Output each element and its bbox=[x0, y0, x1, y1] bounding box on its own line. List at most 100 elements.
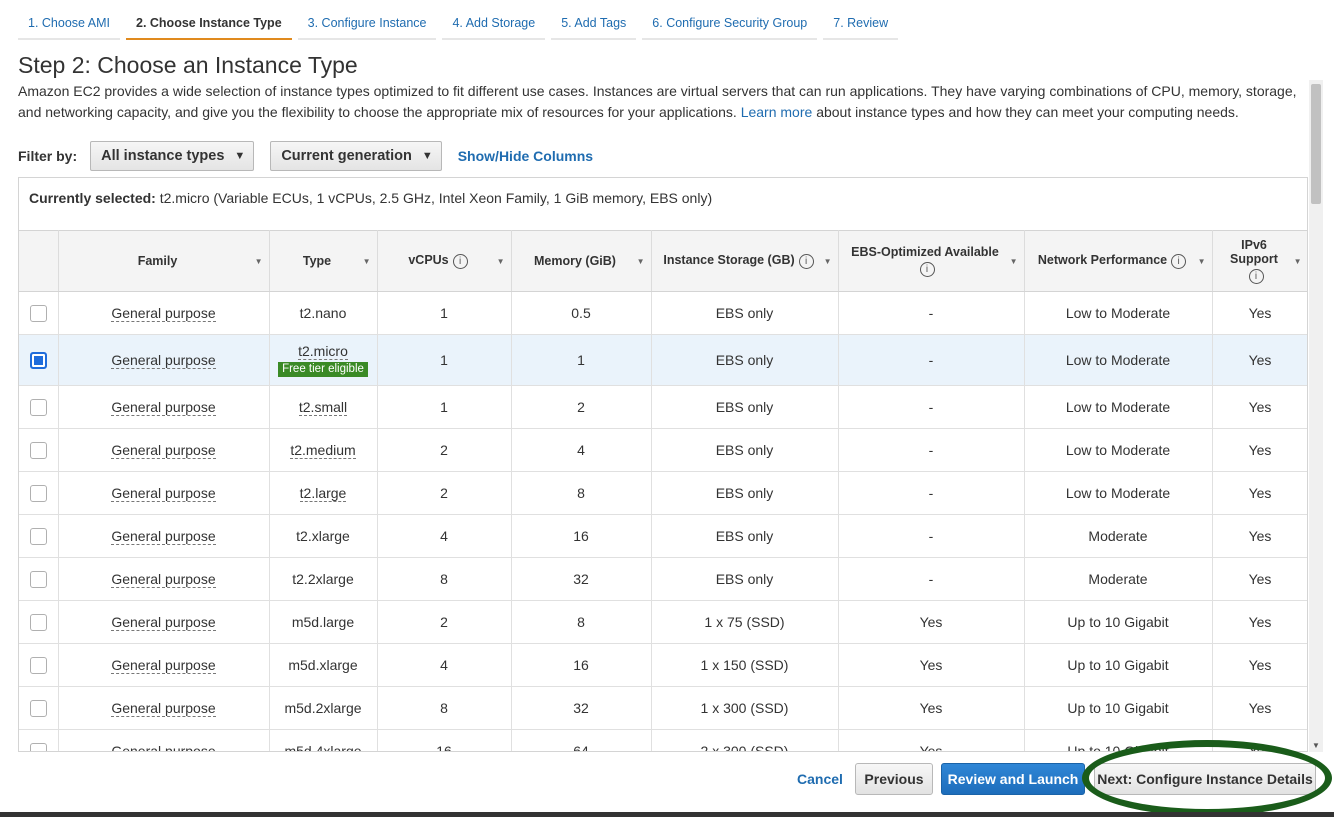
vcpus-cell: 1 bbox=[377, 334, 512, 386]
tab-configure-security-group[interactable]: 6. Configure Security Group bbox=[642, 10, 818, 40]
tab-add-storage[interactable]: 4. Add Storage bbox=[442, 10, 546, 40]
table-row[interactable]: General purpose t2.medium 2 4 EBS only -… bbox=[19, 428, 1307, 472]
table-row[interactable]: General purpose m5d.xlarge 4 16 1 x 150 … bbox=[19, 643, 1307, 687]
sort-caret-icon[interactable]: ▼ bbox=[637, 257, 645, 266]
info-circle-icon[interactable]: i bbox=[798, 253, 814, 269]
ebs-cell: Yes bbox=[838, 729, 1025, 751]
instance-type[interactable]: t2.micro bbox=[298, 343, 348, 360]
table-row[interactable]: General purpose m5d.large 2 8 1 x 75 (SS… bbox=[19, 600, 1307, 644]
ipv6-column-header[interactable]: IPv6 Support i ▼ bbox=[1212, 230, 1307, 292]
row-select-cell[interactable] bbox=[19, 643, 59, 687]
row-checkbox[interactable] bbox=[29, 656, 47, 674]
instance-type[interactable]: t2.large bbox=[299, 485, 347, 502]
info-circle-icon[interactable]: i bbox=[919, 262, 935, 277]
instance-type-filter-select[interactable]: All instance types ▼ bbox=[90, 141, 255, 171]
network-column-header[interactable]: Network Performance i ▼ bbox=[1024, 230, 1213, 292]
row-select-cell[interactable] bbox=[19, 557, 59, 601]
ebs-cell: - bbox=[838, 291, 1025, 335]
sort-caret-icon[interactable]: ▼ bbox=[255, 257, 263, 266]
table-row[interactable]: General purpose t2.nano 1 0.5 EBS only -… bbox=[19, 291, 1307, 335]
table-row[interactable]: General purpose m5d.4xlarge 16 64 2 x 30… bbox=[19, 729, 1307, 751]
row-checkbox[interactable] bbox=[29, 304, 47, 322]
family-link[interactable]: General purpose bbox=[111, 657, 216, 674]
sort-caret-icon[interactable]: ▼ bbox=[497, 257, 505, 266]
family-column-header[interactable]: Family ▼ bbox=[58, 230, 270, 292]
family-link[interactable]: General purpose bbox=[111, 700, 216, 717]
review-and-launch-button[interactable]: Review and Launch bbox=[941, 763, 1085, 795]
page-scrollbar[interactable]: ▼ bbox=[1309, 80, 1323, 752]
storage-cell: EBS only bbox=[651, 514, 839, 558]
tab-choose-instance-type[interactable]: 2. Choose Instance Type bbox=[126, 10, 292, 40]
tab-configure-instance[interactable]: 3. Configure Instance bbox=[297, 10, 437, 40]
ebs-optimized-column-header[interactable]: EBS-Optimized Available i ▼ bbox=[838, 230, 1025, 292]
cancel-button[interactable]: Cancel bbox=[790, 763, 850, 795]
vcpus-cell: 1 bbox=[377, 385, 512, 429]
storage-cell: 1 x 75 (SSD) bbox=[651, 600, 839, 644]
row-select-cell[interactable] bbox=[19, 385, 59, 429]
storage-cell: EBS only bbox=[651, 334, 839, 386]
ebs-header-label: EBS-Optimized Available bbox=[851, 245, 999, 259]
row-select-cell[interactable] bbox=[19, 291, 59, 335]
family-link[interactable]: General purpose bbox=[111, 442, 216, 459]
ebs-cell: - bbox=[838, 385, 1025, 429]
family-link[interactable]: General purpose bbox=[111, 528, 216, 545]
row-select-cell[interactable] bbox=[19, 600, 59, 644]
instance-type[interactable]: t2.small bbox=[298, 399, 348, 416]
row-checkbox[interactable] bbox=[29, 699, 47, 717]
generation-filter-select[interactable]: Current generation ▼ bbox=[270, 141, 442, 171]
table-row[interactable]: General purpose t2.large 2 8 EBS only - … bbox=[19, 471, 1307, 515]
table-row[interactable]: General purpose m5d.2xlarge 8 32 1 x 300… bbox=[19, 686, 1307, 730]
row-checkbox[interactable] bbox=[29, 398, 47, 416]
row-checkbox[interactable] bbox=[29, 570, 47, 588]
table-row[interactable]: General purpose t2.small 1 2 EBS only - … bbox=[19, 385, 1307, 429]
row-checkbox[interactable] bbox=[29, 742, 47, 751]
info-circle-icon[interactable]: i bbox=[452, 253, 468, 269]
memory-column-header[interactable]: Memory (GiB) ▼ bbox=[511, 230, 652, 292]
row-checkbox[interactable] bbox=[29, 484, 47, 502]
currently-selected-value: t2.micro (Variable ECUs, 1 vCPUs, 2.5 GH… bbox=[159, 190, 713, 206]
table-row[interactable]: General purpose t2.2xlarge 8 32 EBS only… bbox=[19, 557, 1307, 601]
previous-button[interactable]: Previous bbox=[855, 763, 933, 795]
family-link[interactable]: General purpose bbox=[111, 571, 216, 588]
info-circle-icon[interactable]: i bbox=[1171, 253, 1187, 269]
memory-cell: 64 bbox=[511, 729, 652, 751]
family-link[interactable]: General purpose bbox=[111, 614, 216, 631]
row-select-cell[interactable] bbox=[19, 514, 59, 558]
storage-column-header[interactable]: Instance Storage (GB) i ▼ bbox=[651, 230, 839, 292]
row-select-cell[interactable] bbox=[19, 428, 59, 472]
row-select-cell[interactable] bbox=[19, 729, 59, 751]
row-checkbox-checked[interactable] bbox=[29, 351, 47, 369]
ebs-cell: - bbox=[838, 514, 1025, 558]
tab-choose-ami[interactable]: 1. Choose AMI bbox=[18, 10, 120, 40]
sort-caret-icon[interactable]: ▼ bbox=[363, 257, 371, 266]
scrollbar-thumb[interactable] bbox=[1311, 84, 1321, 204]
sort-caret-icon[interactable]: ▼ bbox=[1010, 257, 1018, 266]
scroll-down-arrow-icon[interactable]: ▼ bbox=[1312, 741, 1320, 750]
family-link[interactable]: General purpose bbox=[111, 352, 216, 369]
type-column-header[interactable]: Type ▼ bbox=[269, 230, 378, 292]
tab-add-tags[interactable]: 5. Add Tags bbox=[551, 10, 637, 40]
row-select-cell[interactable] bbox=[19, 334, 59, 386]
row-select-cell[interactable] bbox=[19, 471, 59, 515]
sort-caret-icon[interactable]: ▼ bbox=[824, 257, 832, 266]
table-row[interactable]: General purpose t2.xlarge 4 16 EBS only … bbox=[19, 514, 1307, 558]
row-checkbox[interactable] bbox=[29, 527, 47, 545]
family-link[interactable]: General purpose bbox=[111, 485, 216, 502]
vcpus-column-header[interactable]: vCPUs i ▼ bbox=[377, 230, 512, 292]
row-select-cell[interactable] bbox=[19, 686, 59, 730]
sort-caret-icon[interactable]: ▼ bbox=[1294, 257, 1302, 266]
instance-type[interactable]: t2.medium bbox=[290, 442, 356, 459]
tab-review[interactable]: 7. Review bbox=[823, 10, 899, 40]
show-hide-columns-link[interactable]: Show/Hide Columns bbox=[458, 148, 593, 164]
family-link[interactable]: General purpose bbox=[111, 305, 216, 322]
sort-caret-icon[interactable]: ▼ bbox=[1198, 257, 1206, 266]
family-link[interactable]: General purpose bbox=[111, 399, 216, 416]
info-circle-icon[interactable]: i bbox=[1248, 269, 1264, 284]
family-link[interactable]: General purpose bbox=[111, 743, 216, 751]
row-checkbox[interactable] bbox=[29, 441, 47, 459]
table-row-selected[interactable]: General purpose t2.micro Free tier eligib… bbox=[19, 334, 1307, 386]
currently-selected: Currently selected: t2.micro (Variable E… bbox=[19, 178, 1307, 230]
learn-more-link[interactable]: Learn more bbox=[741, 104, 813, 120]
table-header-row: Family ▼ Type ▼ vCPUs i ▼ Memory (GiB) ▼ Inst… bbox=[19, 230, 1307, 292]
row-checkbox[interactable] bbox=[29, 613, 47, 631]
